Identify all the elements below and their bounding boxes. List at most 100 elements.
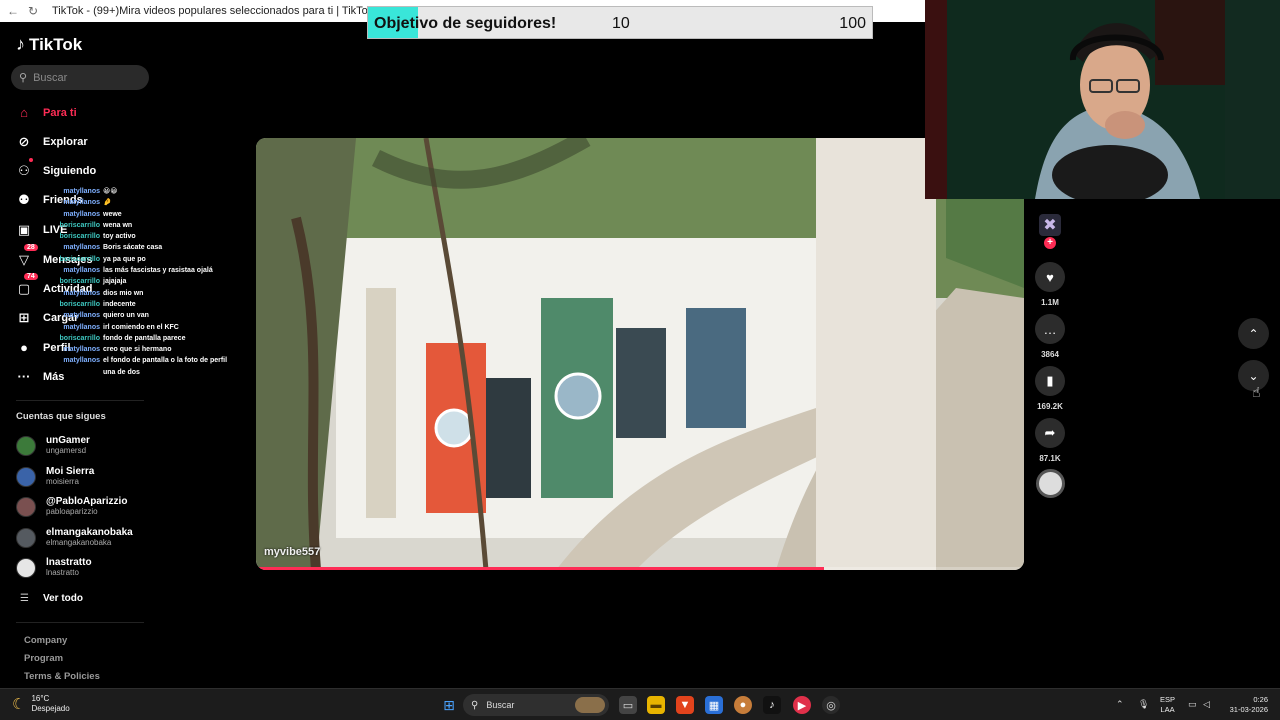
comment-action[interactable]: … 3864	[1035, 314, 1065, 359]
share-action[interactable]: ➦ 87.1K	[1035, 418, 1065, 463]
account-name: @PabloAparizzio	[46, 496, 128, 507]
chat-username: boriscarrillo	[59, 255, 100, 263]
chat-username: matyllanos	[63, 323, 100, 331]
search-placeholder: Buscar	[33, 71, 68, 84]
chevron-down-icon: ⌄	[1248, 368, 1259, 383]
nav-para-ti[interactable]: ⌂ Para ti	[16, 105, 77, 120]
chat-username: matyllanos	[63, 289, 100, 297]
system-clock[interactable]: 0:26 31-03-2026	[1225, 695, 1268, 715]
chat-username: matyllanos	[63, 357, 100, 365]
video-progress-track[interactable]	[256, 567, 1024, 570]
sidebar-divider	[16, 622, 144, 623]
webcam-overlay	[925, 0, 1280, 199]
chat-text: quiero un van	[103, 312, 149, 320]
footer-link-company[interactable]: Company	[24, 635, 67, 646]
chat-username: boriscarrillo	[59, 334, 100, 342]
account-item[interactable]: Moi Sierra moisierra	[16, 466, 94, 487]
chat-text: dios mio wn	[103, 289, 144, 297]
account-handle: lnastratto	[46, 568, 79, 577]
sidebar-divider	[16, 400, 144, 401]
chat-text: 🤌	[103, 199, 112, 207]
bookmark-icon[interactable]: ▮	[1035, 366, 1065, 396]
obs-record-icon[interactable]: ▶	[793, 696, 811, 714]
network-icon[interactable]: ▭	[1188, 699, 1197, 710]
friends-icon: ⚉	[18, 192, 30, 207]
search-input[interactable]: ⚲ Buscar	[11, 65, 149, 90]
app-icon[interactable]: ●	[734, 696, 752, 714]
account-item[interactable]: lnastratto lnastratto	[16, 557, 92, 578]
chat-text: una de dos	[103, 368, 140, 376]
account-name: lnastratto	[46, 557, 92, 568]
chat-message: matyllanos el fondo de pantalla o la foto…	[55, 355, 245, 366]
activity-icon: ▢	[17, 281, 31, 296]
volume-icon[interactable]: ◁	[1203, 699, 1210, 710]
stream-chat-overlay: matyllanos 😀😀 matyllanos 🤌 matyllanos wewe bor…	[55, 186, 245, 378]
comment-icon[interactable]: …	[1035, 314, 1065, 344]
account-item[interactable]: @PabloAparizzio pabloaparizzio	[16, 496, 127, 517]
reload-icon[interactable]: ↻	[26, 4, 40, 18]
task-view-icon[interactable]: ▭	[619, 696, 637, 714]
file-explorer-icon[interactable]: ▬	[647, 696, 665, 714]
chat-message: una de dos	[55, 367, 245, 378]
heart-icon[interactable]: ♥	[1035, 262, 1065, 292]
chat-text: creo que si hermano	[103, 346, 172, 354]
chat-username: boriscarrillo	[59, 278, 100, 286]
share-icon[interactable]: ➦	[1035, 418, 1065, 448]
footer-link-terms[interactable]: Terms & Policies	[24, 671, 100, 682]
moon-icon: ☾	[12, 696, 26, 713]
chat-text: irl comiendo en el KFC	[103, 323, 179, 331]
creator-avatar[interactable]: ✖	[1039, 214, 1061, 236]
chat-message: matyllanos 🤌	[55, 197, 245, 208]
lang-code: ESP	[1160, 695, 1176, 704]
logo-text: TikTok	[29, 34, 83, 54]
music-disc-icon[interactable]	[1036, 469, 1065, 498]
microphone-icon[interactable]: 🎙︎	[1138, 699, 1149, 710]
weather-widget[interactable]: ☾ 16°C Despejado	[12, 694, 70, 714]
notification-dot	[29, 158, 33, 162]
account-item[interactable]: unGamer ungamersd	[16, 435, 90, 456]
search-icon: ⚲	[471, 699, 479, 711]
taskbar-search[interactable]: ⚲ Buscar	[463, 694, 609, 716]
chat-text: fondo de pantalla parece	[103, 334, 186, 342]
chat-text: wewe	[103, 210, 122, 218]
chat-text: el fondo de pantalla o la foto de perfil	[103, 357, 228, 365]
compass-icon: ⊘	[18, 134, 30, 149]
language-indicator[interactable]: ESP LAA	[1160, 695, 1175, 715]
following-accounts-title: Cuentas que sigues	[16, 411, 106, 422]
tiktok-app-icon[interactable]: ♪	[763, 696, 781, 714]
chat-message: matyllanos irl comiendo en el KFC	[55, 322, 245, 333]
goal-target: 100	[839, 15, 866, 32]
brave-browser-icon[interactable]: ▼	[676, 696, 694, 714]
account-handle: moisierra	[46, 477, 79, 486]
like-action[interactable]: ♥ 1.1M	[1035, 262, 1065, 307]
tiktok-logo[interactable]: ♪ TikTok	[16, 34, 82, 55]
obs-icon[interactable]: ◎	[822, 696, 840, 714]
nav-label: Siguiendo	[43, 165, 97, 177]
clock-date: 31-03-2026	[1229, 705, 1268, 714]
chat-username: matyllanos	[63, 346, 100, 354]
video-author[interactable]: myvibe557	[264, 546, 320, 558]
weather-desc: Despejado	[31, 704, 70, 713]
account-handle: elmangakanobaka	[46, 538, 112, 547]
follower-goal-widget: Objetivo de seguidores! 10 100	[367, 6, 873, 39]
nav-siguiendo[interactable]: ⚇ Siguiendo	[16, 158, 97, 179]
chat-username: matyllanos	[63, 244, 100, 252]
profile-icon: ●	[20, 340, 28, 355]
chat-username: boriscarrillo	[59, 221, 100, 229]
back-arrow-icon[interactable]: ←	[6, 4, 20, 18]
chat-message: matyllanos Boris sácate casa	[55, 242, 245, 253]
chat-text: wena wn	[103, 221, 133, 229]
chat-message: boriscarrillo jajajaja	[55, 276, 245, 287]
previous-video-button[interactable]: ⌃	[1238, 318, 1269, 349]
windows-start-icon[interactable]: ⊞	[440, 696, 458, 714]
video-player[interactable]: myvibe557	[256, 138, 1024, 570]
tray-chevron-icon[interactable]: ⌃	[1116, 699, 1124, 710]
footer-link-program[interactable]: Program	[24, 653, 63, 664]
account-item[interactable]: elmangakanobaka elmangakanobaka	[16, 527, 133, 548]
upload-icon: ⊞	[18, 310, 30, 325]
nav-explorar[interactable]: ⊘ Explorar	[16, 134, 88, 150]
save-action[interactable]: ▮ 169.2K	[1035, 366, 1065, 411]
see-all-link[interactable]: ☰ Ver todo	[20, 593, 83, 604]
store-icon[interactable]: ▦	[705, 696, 723, 714]
follow-plus-icon[interactable]: +	[1044, 237, 1056, 249]
